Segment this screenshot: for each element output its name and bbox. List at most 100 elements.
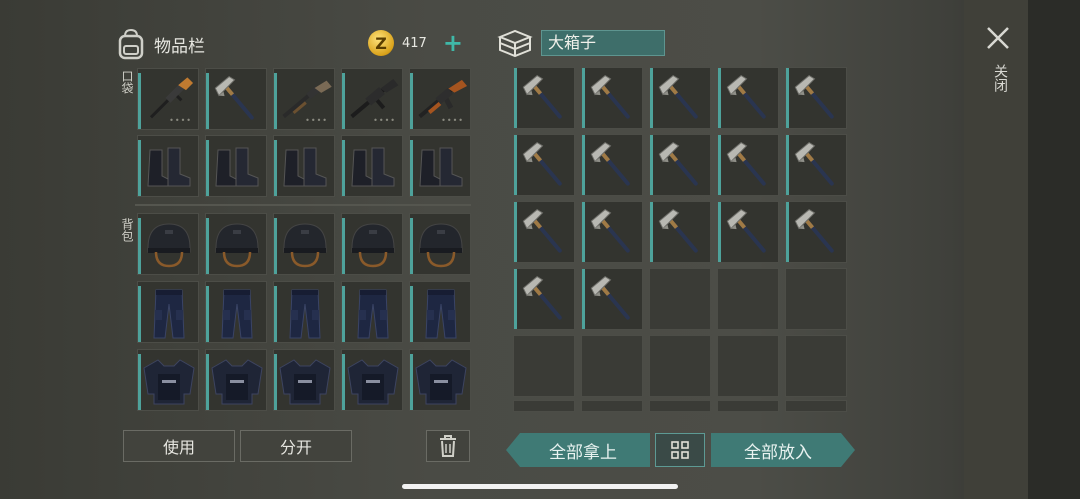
box-slot[interactable] [717, 268, 779, 330]
pocket-slot[interactable]: •••• [273, 68, 335, 130]
hatchet-icon [522, 74, 562, 119]
box-slot[interactable] [513, 400, 575, 412]
trash-icon [440, 435, 456, 457]
hatchet-icon [726, 208, 766, 253]
backpack-slot[interactable] [273, 349, 335, 411]
box-slot[interactable] [513, 335, 575, 397]
sort-button[interactable] [655, 433, 705, 467]
take-all-button[interactable]: 全部拿上 [506, 433, 650, 467]
ammo-dots: •••• [169, 116, 192, 125]
close-icon[interactable] [984, 24, 1012, 52]
backpack-slot[interactable] [341, 349, 403, 411]
pocket-slot[interactable] [273, 135, 335, 197]
pocket-slot[interactable]: •••• [341, 68, 403, 130]
backpack-slot[interactable] [341, 213, 403, 275]
backpack-slot[interactable] [205, 349, 267, 411]
box-slot[interactable] [785, 268, 847, 330]
box-slot[interactable] [717, 201, 779, 263]
box-slot[interactable] [717, 67, 779, 129]
helmet-icon [147, 223, 191, 268]
box-slot[interactable] [581, 134, 643, 196]
backpack-slot[interactable] [137, 349, 199, 411]
coin-display: Z 417 + [368, 30, 463, 56]
backpack-slot[interactable] [137, 281, 199, 343]
hatchet-icon [726, 74, 766, 119]
pants-icon [357, 289, 389, 339]
hatchet-icon [658, 208, 698, 253]
pocket-slot[interactable]: •••• [409, 68, 471, 130]
box-slot[interactable] [785, 67, 847, 129]
box-slot[interactable] [649, 268, 711, 330]
vest-icon [211, 359, 263, 405]
backpack-slot[interactable] [273, 213, 335, 275]
box-slot[interactable] [785, 134, 847, 196]
backpack-slot[interactable] [409, 281, 471, 343]
box-name: 大箱子 [541, 30, 665, 56]
put-all-label: 全部放入 [744, 442, 812, 463]
hatchet-icon [658, 74, 698, 119]
box-slot[interactable] [649, 67, 711, 129]
box-slot[interactable] [581, 335, 643, 397]
pocket-slot[interactable] [205, 68, 267, 130]
box-slot[interactable] [785, 400, 847, 412]
pocket-slot[interactable] [205, 135, 267, 197]
pocket-slot[interactable]: •••• [137, 68, 199, 130]
side-edge [1028, 0, 1080, 499]
box-slot[interactable] [513, 268, 575, 330]
box-slot[interactable] [717, 134, 779, 196]
pocket-slot[interactable] [341, 135, 403, 197]
box-slot[interactable] [785, 201, 847, 263]
hatchet-icon [794, 141, 834, 186]
box-slot[interactable] [649, 335, 711, 397]
box-slot[interactable] [581, 67, 643, 129]
box-slot[interactable] [581, 400, 643, 412]
hatchet-icon [590, 275, 630, 320]
box-slot[interactable] [717, 400, 779, 412]
box-slot[interactable] [581, 268, 643, 330]
box-slot[interactable] [649, 400, 711, 412]
helmet-icon [351, 223, 395, 268]
split-button[interactable]: 分开 [240, 430, 352, 462]
box-slot[interactable] [649, 134, 711, 196]
hatchet-icon [522, 208, 562, 253]
box-slot[interactable] [649, 201, 711, 263]
close-label[interactable]: 关闭 [990, 64, 1010, 92]
box-slot[interactable] [717, 335, 779, 397]
backpack-slot[interactable] [205, 213, 267, 275]
backpack-slot[interactable] [137, 213, 199, 275]
vest-icon [279, 359, 331, 405]
box-slot[interactable] [513, 134, 575, 196]
backpack-label: 背包 [120, 218, 134, 242]
helmet-icon [283, 223, 327, 268]
ammo-dots: •••• [305, 116, 328, 125]
backpack-slot[interactable] [409, 213, 471, 275]
backpack-slot[interactable] [341, 281, 403, 343]
backpack-slot[interactable] [205, 281, 267, 343]
put-all-button[interactable]: 全部放入 [711, 433, 855, 467]
box-slot[interactable] [581, 201, 643, 263]
grid-icon [671, 441, 689, 459]
pocket-slot[interactable] [137, 135, 199, 197]
inventory-title: 物品栏 [154, 36, 205, 57]
inventory-header: 物品栏 [116, 24, 205, 64]
section-divider [135, 204, 471, 206]
trash-button[interactable] [426, 430, 470, 462]
add-coins-button[interactable]: + [443, 31, 463, 55]
backpack-slot[interactable] [409, 349, 471, 411]
pants-icon [425, 289, 457, 339]
boots-icon [147, 147, 191, 187]
pocket-slot[interactable] [409, 135, 471, 197]
use-button[interactable]: 使用 [123, 430, 235, 462]
pants-icon [289, 289, 321, 339]
boots-icon [351, 147, 395, 187]
hatchet-icon [726, 141, 766, 186]
hatchet-icon [522, 141, 562, 186]
take-all-label: 全部拿上 [549, 442, 617, 463]
backpack-slot[interactable] [273, 281, 335, 343]
pants-icon [153, 289, 185, 339]
box-slot[interactable] [785, 335, 847, 397]
hatchet-icon [590, 141, 630, 186]
box-slot[interactable] [513, 201, 575, 263]
box-slot[interactable] [513, 67, 575, 129]
hatchet-icon [794, 208, 834, 253]
